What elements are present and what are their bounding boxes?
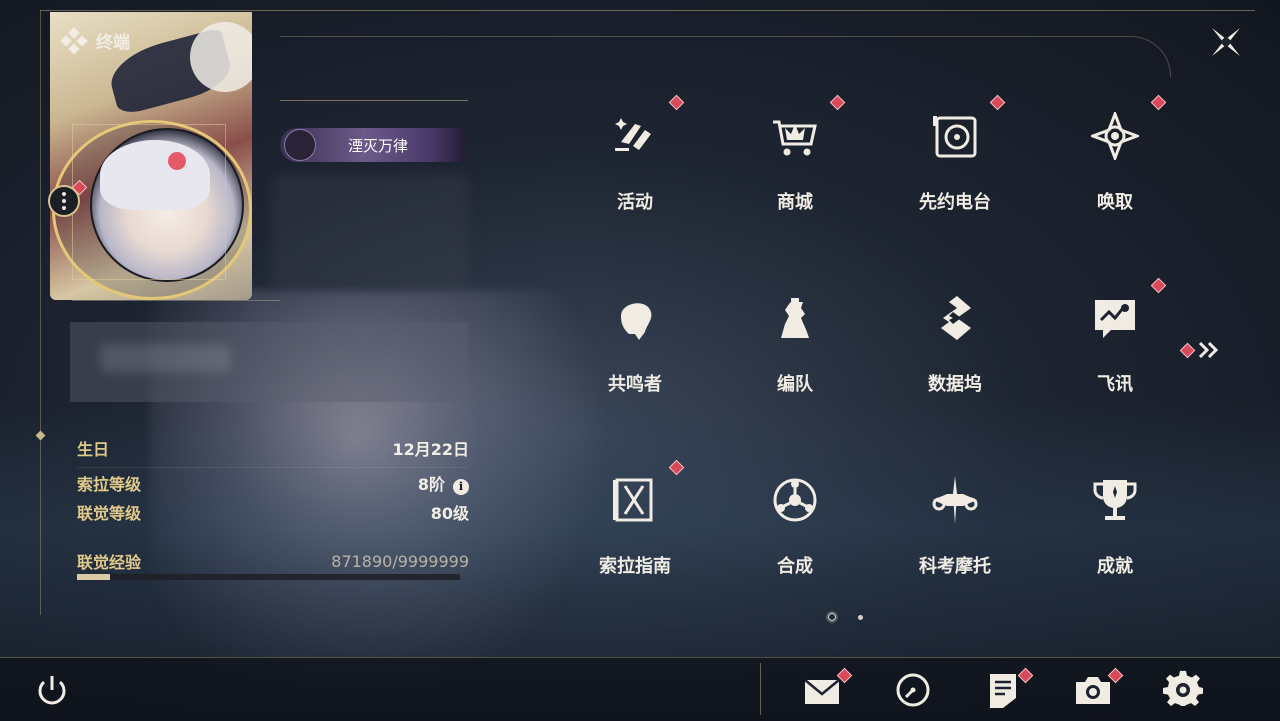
synthesis-icon xyxy=(773,478,817,522)
resonator-head-icon xyxy=(621,303,652,340)
stat-label: 联觉等级 xyxy=(77,504,142,523)
menu-item-label: 科考摩托 xyxy=(919,556,991,577)
radio-icon xyxy=(933,116,977,158)
menu-item-activity[interactable]: 活动 xyxy=(570,85,700,235)
stat-label: 联觉经验 xyxy=(77,553,142,572)
title-badge-text: 湮灭万律 xyxy=(348,136,409,155)
stat-sol-level: 索拉等级 8阶 i xyxy=(77,471,469,495)
team-chess-icon xyxy=(781,298,809,338)
card-art-cloud xyxy=(190,22,252,92)
info-icon[interactable]: i xyxy=(453,478,469,495)
badge-divider xyxy=(280,100,468,101)
menu-item-label: 合成 xyxy=(777,556,813,577)
chat-message-icon xyxy=(1095,300,1135,338)
menu-item-label: 数据坞 xyxy=(928,374,982,395)
stat-union-exp: 联觉经验 871890/9999999 xyxy=(77,550,469,573)
menu-item-team[interactable]: 编队 xyxy=(730,267,860,417)
frame-line-top xyxy=(40,10,1255,11)
mail-button[interactable] xyxy=(802,667,853,710)
camera-icon xyxy=(1076,677,1110,704)
menu-item-synthesis[interactable]: 合成 xyxy=(730,449,860,599)
menu-item-shop[interactable]: 商城 xyxy=(730,85,860,235)
mail-icon xyxy=(804,679,840,704)
menu-item-label: 共鸣者 xyxy=(608,374,662,395)
clock-button[interactable] xyxy=(893,670,933,710)
notes-button[interactable] xyxy=(983,667,1034,710)
menu-item-label: 先约电台 xyxy=(919,192,991,213)
header: 终端 xyxy=(60,26,130,55)
menu-item-label: 商城 xyxy=(777,192,813,213)
menu-item-guide[interactable]: 索拉指南 xyxy=(570,449,700,599)
stat-value: 80级 xyxy=(430,504,469,523)
menu-item-label: 索拉指南 xyxy=(599,556,671,577)
trophy-icon xyxy=(1093,480,1137,520)
title-badge[interactable]: 湮灭万律 xyxy=(280,128,466,162)
clock-icon xyxy=(896,673,930,707)
power-icon xyxy=(38,676,66,705)
menu-item-radio[interactable]: 先约电台 xyxy=(890,85,1020,235)
menu-item-label: 唤取 xyxy=(1097,192,1133,213)
exp-progress-bar xyxy=(77,574,460,580)
page-indicator xyxy=(828,613,863,621)
frame-line-left xyxy=(40,10,41,615)
power-button[interactable] xyxy=(32,670,72,710)
blurred-name-panel xyxy=(70,322,468,402)
stat-value: 8阶 xyxy=(417,475,445,494)
menu-item-label: 飞讯 xyxy=(1097,374,1133,395)
close-icon xyxy=(1212,28,1240,56)
next-page-button[interactable] xyxy=(1179,340,1222,360)
page-dot-active[interactable] xyxy=(828,613,836,621)
bottom-divider xyxy=(760,663,761,715)
close-button[interactable] xyxy=(1206,22,1246,62)
menu-item-databank[interactable]: 数据坞 xyxy=(890,267,1020,417)
frame-curve xyxy=(280,36,1171,77)
page-dot[interactable] xyxy=(858,614,863,620)
guide-book-icon xyxy=(613,478,653,522)
double-chevron-right-icon xyxy=(1198,341,1219,359)
motorbike-icon xyxy=(932,476,978,524)
menu-item-achievement[interactable]: 成就 xyxy=(1050,449,1180,599)
menu-item-label: 编队 xyxy=(777,374,813,395)
menu-item-label: 成就 xyxy=(1097,556,1133,577)
settings-button[interactable] xyxy=(1163,670,1203,710)
camera-button[interactable] xyxy=(1073,667,1124,710)
blurred-info xyxy=(272,175,468,290)
menu-item-motorbike[interactable]: 科考摩托 xyxy=(890,449,1020,599)
avatar-frame xyxy=(72,124,226,280)
stat-divider xyxy=(77,467,469,468)
card-divider xyxy=(72,300,280,301)
stat-birthday: 生日 12月22日 xyxy=(77,437,469,459)
activity-icon xyxy=(615,118,651,151)
notes-icon xyxy=(990,674,1016,708)
terminal-diamond-icon xyxy=(60,26,88,55)
page-title: 终端 xyxy=(96,33,130,53)
settings-gear-icon xyxy=(1163,670,1203,706)
data-bank-icon xyxy=(941,296,971,340)
stat-value: 12月22日 xyxy=(392,440,469,459)
notification-badge xyxy=(1179,342,1196,359)
stat-value-wrap: 8阶 i xyxy=(418,471,469,495)
menu-item-resonator[interactable]: 共鸣者 xyxy=(570,267,700,417)
menu-item-label: 活动 xyxy=(617,192,653,213)
stat-label: 索拉等级 xyxy=(77,475,142,494)
stat-label: 生日 xyxy=(77,440,110,459)
badge-portrait xyxy=(284,129,316,161)
summon-compass-icon xyxy=(1091,112,1139,160)
shop-cart-icon xyxy=(773,120,817,156)
exp-progress-fill xyxy=(77,574,111,580)
stat-value: 871890/9999999 xyxy=(331,551,469,571)
stat-union-level: 联觉等级 80级 xyxy=(77,501,469,523)
more-options-button[interactable] xyxy=(48,185,80,217)
